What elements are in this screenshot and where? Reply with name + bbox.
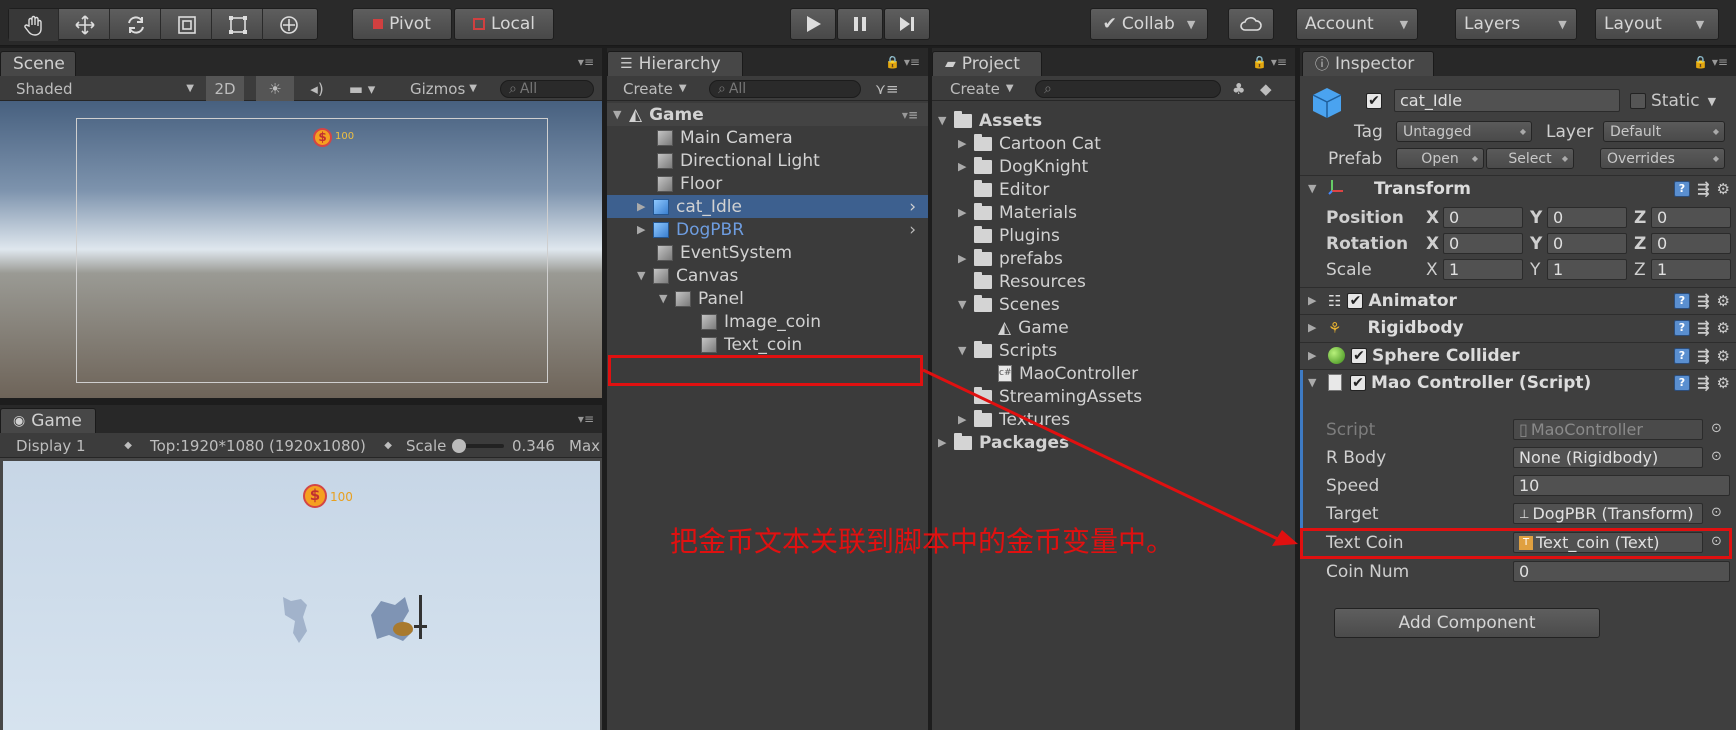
annotation-arrow: [922, 368, 1298, 546]
annotation-text: 把金币文本关联到脚本中的金币变量中。: [670, 525, 1175, 558]
